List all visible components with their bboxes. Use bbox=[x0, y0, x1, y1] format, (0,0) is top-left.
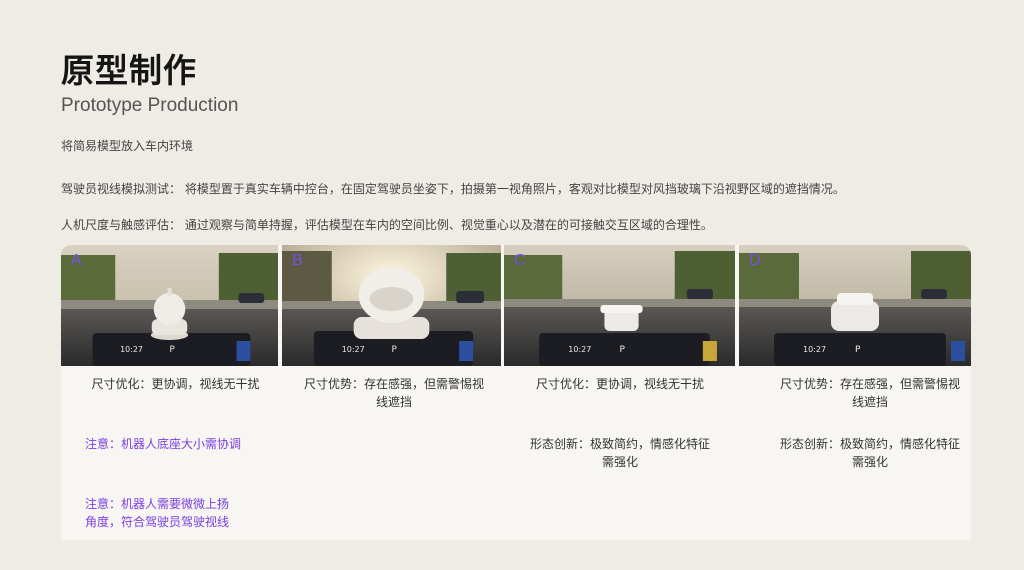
dash-time: 10:27 bbox=[568, 345, 591, 354]
caption-d-form: 形态创新：极致简约，情感化特征需强化 bbox=[779, 437, 960, 469]
photo-label: B bbox=[292, 252, 303, 269]
prototype-photo-d: 10:27 P D bbox=[739, 245, 971, 366]
prototype-photo-c: 10:27 P C bbox=[504, 245, 735, 366]
caption-b-size: 尺寸优势：存在感强，但需警惕视线遮挡 bbox=[303, 377, 484, 409]
prototype-photo-a: 10:27 P A bbox=[61, 245, 278, 366]
dash-time: 10:27 bbox=[342, 345, 365, 354]
prototype-photo-b: 10:27 P B bbox=[282, 245, 501, 366]
car-interior-image: 10:27 P bbox=[61, 245, 278, 366]
photo-label: A bbox=[71, 252, 82, 269]
intro-line-ergonomics: 人机尺度与触感评估： 通过观察与简单持握，评估模型在车内的空间比例、视觉重心以及… bbox=[61, 218, 713, 232]
prototype-panel: 10:27 P A 10:27 P B 10:27 P C 10:27 P D … bbox=[61, 245, 971, 540]
car-interior-image: 10:27 P bbox=[739, 245, 971, 366]
dash-gear: P bbox=[620, 345, 626, 355]
dash-time: 10:27 bbox=[803, 345, 826, 354]
car-interior-image: 10:27 P bbox=[504, 245, 735, 366]
page-subtitle: Prototype Production bbox=[61, 95, 239, 116]
dash-time: 10:27 bbox=[120, 345, 143, 354]
caption-d-size: 尺寸优势：存在感强，但需警惕视线遮挡 bbox=[779, 377, 960, 409]
photo-label: D bbox=[749, 252, 761, 269]
car-interior-image: 10:27 P bbox=[282, 245, 501, 366]
page-title: 原型制作 bbox=[61, 51, 197, 90]
note-a-base: 注意：机器人底座大小需协调 bbox=[85, 437, 242, 451]
caption-c-form: 形态创新：极致简约，情感化特征需强化 bbox=[529, 437, 710, 469]
dash-gear: P bbox=[392, 345, 398, 355]
caption-c-size: 尺寸优化：更协调，视线无干扰 bbox=[535, 377, 704, 391]
intro-line: 将简易模型放入车内环境 bbox=[61, 139, 194, 153]
note-a-angle: 注意：机器人需要微微上扬角度，符合驾驶员驾驶视线 bbox=[85, 497, 230, 529]
caption-a-size: 尺寸优化：更协调，视线无干扰 bbox=[91, 377, 260, 391]
dash-gear: P bbox=[855, 345, 861, 355]
photo-label: C bbox=[514, 252, 526, 269]
dash-gear: P bbox=[170, 345, 176, 355]
intro-line-driver-test: 驾驶员视线模拟测试： 将模型置于真实车辆中控台，在固定驾驶员坐姿下，拍摄第一视角… bbox=[61, 182, 845, 196]
